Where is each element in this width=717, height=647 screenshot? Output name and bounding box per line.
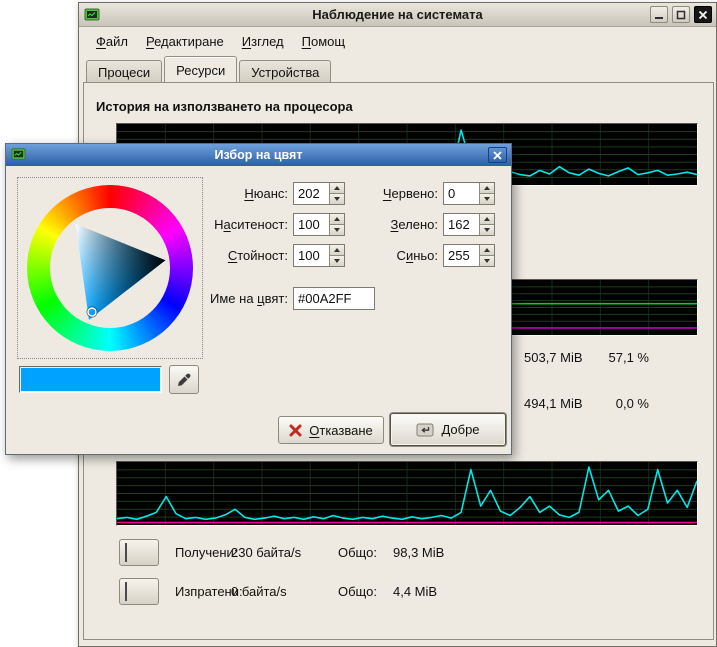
dialog-titlebar[interactable]: Избор на цвят (6, 144, 511, 166)
received-label: Получени: (175, 539, 237, 566)
sent-color-button[interactable] (119, 578, 159, 605)
menu-view[interactable]: Изглед (233, 28, 293, 54)
green-spinbox[interactable]: 162 (443, 213, 495, 236)
desktop: Наблюдение на системата Файл Редактиране… (0, 0, 717, 647)
hue-ring[interactable] (27, 185, 193, 351)
eyedropper-button[interactable] (169, 365, 199, 394)
up-arrow-icon (484, 217, 490, 221)
tab-processes[interactable]: Процеси (86, 60, 162, 82)
down-arrow-icon (484, 228, 490, 232)
sent-color-swatch (125, 582, 127, 601)
cancel-icon (289, 424, 302, 437)
menu-help[interactable]: Помощ (293, 28, 354, 54)
red-value[interactable]: 0 (444, 183, 479, 204)
color-preview (19, 366, 162, 393)
maximize-icon (676, 10, 686, 20)
cpu-history-heading: История на използването на процесора (96, 99, 353, 114)
color-preview-fill (21, 368, 160, 391)
ok-button[interactable]: Добре (390, 413, 506, 446)
received-color-button[interactable] (119, 539, 159, 566)
main-titlebar[interactable]: Наблюдение на системата (79, 3, 716, 27)
window-title: Наблюдение на системата (79, 7, 716, 22)
swap-percent: 0,0 % (601, 395, 649, 413)
down-arrow-icon (484, 259, 490, 263)
menu-edit[interactable]: Редактиране (137, 28, 233, 54)
cancel-button-label: Отказване (309, 423, 373, 438)
sv-triangle[interactable] (50, 208, 170, 328)
dialog-close-button[interactable] (488, 147, 507, 163)
tab-resources[interactable]: Ресурси (164, 56, 237, 82)
blue-down-button[interactable] (479, 255, 494, 266)
down-arrow-icon (484, 197, 490, 201)
network-history-chart (116, 461, 698, 526)
swap-total: 494,1 MiB (524, 395, 596, 413)
up-arrow-icon (484, 186, 490, 190)
close-icon (493, 151, 502, 160)
menubar: Файл Редактиране Изглед Помощ (81, 28, 354, 54)
red-down-button[interactable] (479, 193, 494, 204)
hue-value[interactable]: 202 (294, 183, 329, 204)
received-total: 98,3 MiB (393, 539, 444, 566)
cancel-button[interactable]: Отказване (278, 416, 384, 444)
red-up-button[interactable] (479, 183, 494, 193)
saturation-value[interactable]: 100 (294, 214, 329, 235)
close-icon (698, 10, 708, 20)
received-rate: 230 байта/s (231, 539, 301, 566)
dialog-title: Избор на цвят (6, 148, 511, 162)
saturation-label: Наситеност: (183, 213, 288, 236)
memory-percent: 57,1 % (601, 349, 649, 367)
received-color-swatch (125, 543, 127, 562)
color-picker-dialog: Избор на цвят (5, 143, 512, 455)
up-arrow-icon (484, 248, 490, 252)
green-down-button[interactable] (479, 224, 494, 235)
eyedropper-icon (176, 372, 192, 388)
blue-label: Синьо: (336, 244, 438, 267)
ok-icon (416, 423, 434, 437)
red-spinbox[interactable]: 0 (443, 182, 495, 205)
minimize-button[interactable] (650, 6, 668, 23)
sent-total-label: Общо: (338, 578, 377, 605)
window-controls (650, 6, 712, 23)
ok-button-label: Добре (441, 422, 479, 437)
green-value[interactable]: 162 (444, 214, 479, 235)
sent-total: 4,4 MiB (393, 578, 437, 605)
tab-devices[interactable]: Устройства (239, 60, 331, 82)
red-label: Червено: (336, 182, 438, 205)
app-icon (84, 7, 100, 23)
color-name-label: Име на цвят: (163, 287, 288, 310)
maximize-button[interactable] (672, 6, 690, 23)
blue-up-button[interactable] (479, 245, 494, 255)
minimize-icon (654, 10, 664, 20)
menu-file[interactable]: Файл (87, 28, 137, 54)
memory-total: 503,7 MiB (524, 349, 596, 367)
sent-rate: 0 байта/s (231, 578, 287, 605)
value-value[interactable]: 100 (294, 245, 329, 266)
received-total-label: Общо: (338, 539, 377, 566)
color-name-input[interactable] (293, 287, 375, 310)
value-label: Стойност: (183, 244, 288, 267)
green-up-button[interactable] (479, 214, 494, 224)
color-wheel-area (17, 177, 203, 359)
blue-value[interactable]: 255 (444, 245, 479, 266)
dialog-app-icon (11, 147, 27, 163)
green-label: Зелено: (336, 213, 438, 236)
close-button[interactable] (694, 6, 712, 23)
blue-spinbox[interactable]: 255 (443, 244, 495, 267)
hue-label: Нюанс: (183, 182, 288, 205)
tabstrip: Процеси Ресурси Устройства (86, 58, 333, 82)
